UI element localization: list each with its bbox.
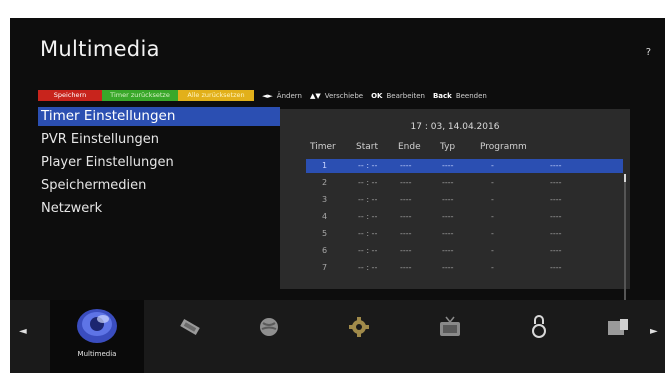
cell-end: ---- <box>400 263 412 272</box>
table-row[interactable]: 2 -- : -- ---- ---- - ---- <box>306 176 623 190</box>
header-start: Start <box>356 142 378 152</box>
cell-end: ---- <box>400 229 412 238</box>
left-right-key-icon: ◄► <box>262 91 273 100</box>
header-timer: Timer <box>310 142 336 152</box>
cell-program: - <box>491 229 494 238</box>
nav-tab-7[interactable] <box>590 300 650 373</box>
yellow-key-reset-all[interactable]: Alle zurücksetzen <box>178 90 254 101</box>
cell-program: - <box>491 263 494 272</box>
cell-extra: ---- <box>550 263 562 272</box>
green-key-reset-timer[interactable]: Timer zurücksetze <box>102 90 178 101</box>
back-key: Back <box>432 91 452 100</box>
cell-end: ---- <box>400 195 412 204</box>
cell-type: ---- <box>442 212 454 221</box>
bottom-nav-bar: ◄ ► Multimedia <box>10 300 665 373</box>
cell-program: - <box>491 246 494 255</box>
cell-extra: ---- <box>550 178 562 187</box>
cell-program: - <box>491 178 494 187</box>
table-row[interactable]: 3 -- : -- ---- ---- - ---- <box>306 193 623 207</box>
exit-label: Beenden <box>455 91 487 100</box>
cell-start: -- : -- <box>358 161 378 170</box>
cell-extra: ---- <box>550 212 562 221</box>
cell-start: -- : -- <box>358 212 378 221</box>
nav-tab-5[interactable] <box>420 300 480 373</box>
help-icon[interactable]: ? <box>646 47 651 58</box>
scrollbar-thumb[interactable] <box>624 174 626 182</box>
nav-tab-6[interactable] <box>510 300 570 373</box>
cell-program: - <box>491 161 494 170</box>
nav-tab-2[interactable] <box>160 300 220 373</box>
tv-screen: Multimedia ? Speichern Timer zurücksetze… <box>10 18 665 373</box>
menu-item-network[interactable]: Netzwerk <box>38 198 280 221</box>
cell-extra: ---- <box>550 195 562 204</box>
nav-tab-3[interactable] <box>240 300 300 373</box>
ok-key: OK <box>371 91 383 100</box>
header-type: Typ <box>440 142 456 152</box>
cell-start: -- : -- <box>358 178 378 187</box>
cell-timer: 1 <box>322 161 328 170</box>
menu-item-storage-media[interactable]: Speichermedien <box>38 175 280 198</box>
cell-type: ---- <box>442 246 454 255</box>
nav-tab-4[interactable] <box>330 300 390 373</box>
table-row[interactable]: 1 -- : -- ---- ---- - ---- <box>306 159 623 173</box>
gear-icon <box>349 317 369 337</box>
cell-extra: ---- <box>550 246 562 255</box>
cell-start: -- : -- <box>358 246 378 255</box>
change-label: Ändern <box>276 91 302 100</box>
key-legend-bar: Speichern Timer zurücksetze Alle zurücks… <box>38 90 487 101</box>
tv-icon <box>440 316 460 336</box>
nav-left-arrow-icon[interactable]: ◄ <box>19 326 27 337</box>
header-end: Ende <box>398 142 421 152</box>
cell-program: - <box>491 195 494 204</box>
cell-extra: ---- <box>550 161 562 170</box>
page-title: Multimedia <box>40 37 160 61</box>
header-program: Programm <box>480 142 527 152</box>
table-row[interactable]: 4 -- : -- ---- ---- - ---- <box>306 210 623 224</box>
edit-label: Bearbeiten <box>386 91 425 100</box>
cell-type: ---- <box>442 161 454 170</box>
cell-start: -- : -- <box>358 195 378 204</box>
red-key-save[interactable]: Speichern <box>38 90 102 101</box>
cell-extra: ---- <box>550 229 562 238</box>
cell-end: ---- <box>400 246 412 255</box>
cell-type: ---- <box>442 263 454 272</box>
cell-end: ---- <box>400 161 412 170</box>
cell-type: ---- <box>442 195 454 204</box>
settings-menu: Timer Einstellungen PVR Einstellungen Pl… <box>38 107 280 221</box>
cell-timer: 2 <box>322 178 328 187</box>
table-row[interactable]: 5 -- : -- ---- ---- - ---- <box>306 227 623 241</box>
move-label: Verschiebe <box>324 91 364 100</box>
cell-end: ---- <box>400 178 412 187</box>
menu-item-player-settings[interactable]: Player Einstellungen <box>38 152 280 175</box>
nav-tab-label: Multimedia <box>77 350 117 358</box>
card-reader-icon <box>608 319 628 335</box>
up-down-key-icon: ▲▼ <box>309 91 321 100</box>
cell-timer: 5 <box>322 229 328 238</box>
ticket-icon <box>180 319 200 335</box>
cell-end: ---- <box>400 212 412 221</box>
menu-item-timer-settings[interactable]: Timer Einstellungen <box>38 107 280 126</box>
globe-icon <box>260 318 278 336</box>
nav-tab-multimedia[interactable]: Multimedia <box>50 300 144 373</box>
timer-panel: 17 : 03, 14.04.2016 Timer Start Ende Typ… <box>280 109 630 300</box>
lock-icon <box>532 315 546 338</box>
current-datetime: 17 : 03, 14.04.2016 <box>410 122 500 132</box>
table-row[interactable]: 6 -- : -- ---- ---- - ---- <box>306 244 623 258</box>
cell-timer: 3 <box>322 195 328 204</box>
table-row[interactable]: 7 -- : -- ---- ---- - ---- <box>306 261 623 275</box>
table-scrollbar[interactable] <box>624 174 626 300</box>
multimedia-icon <box>77 309 117 343</box>
cell-timer: 6 <box>322 246 328 255</box>
cell-start: -- : -- <box>358 229 378 238</box>
cell-timer: 4 <box>322 212 328 221</box>
cell-program: - <box>491 212 494 221</box>
cell-timer: 7 <box>322 263 328 272</box>
cell-start: -- : -- <box>358 263 378 272</box>
menu-item-pvr-settings[interactable]: PVR Einstellungen <box>38 129 280 152</box>
cell-type: ---- <box>442 229 454 238</box>
cell-type: ---- <box>442 178 454 187</box>
nav-right-arrow-icon[interactable]: ► <box>650 326 658 337</box>
